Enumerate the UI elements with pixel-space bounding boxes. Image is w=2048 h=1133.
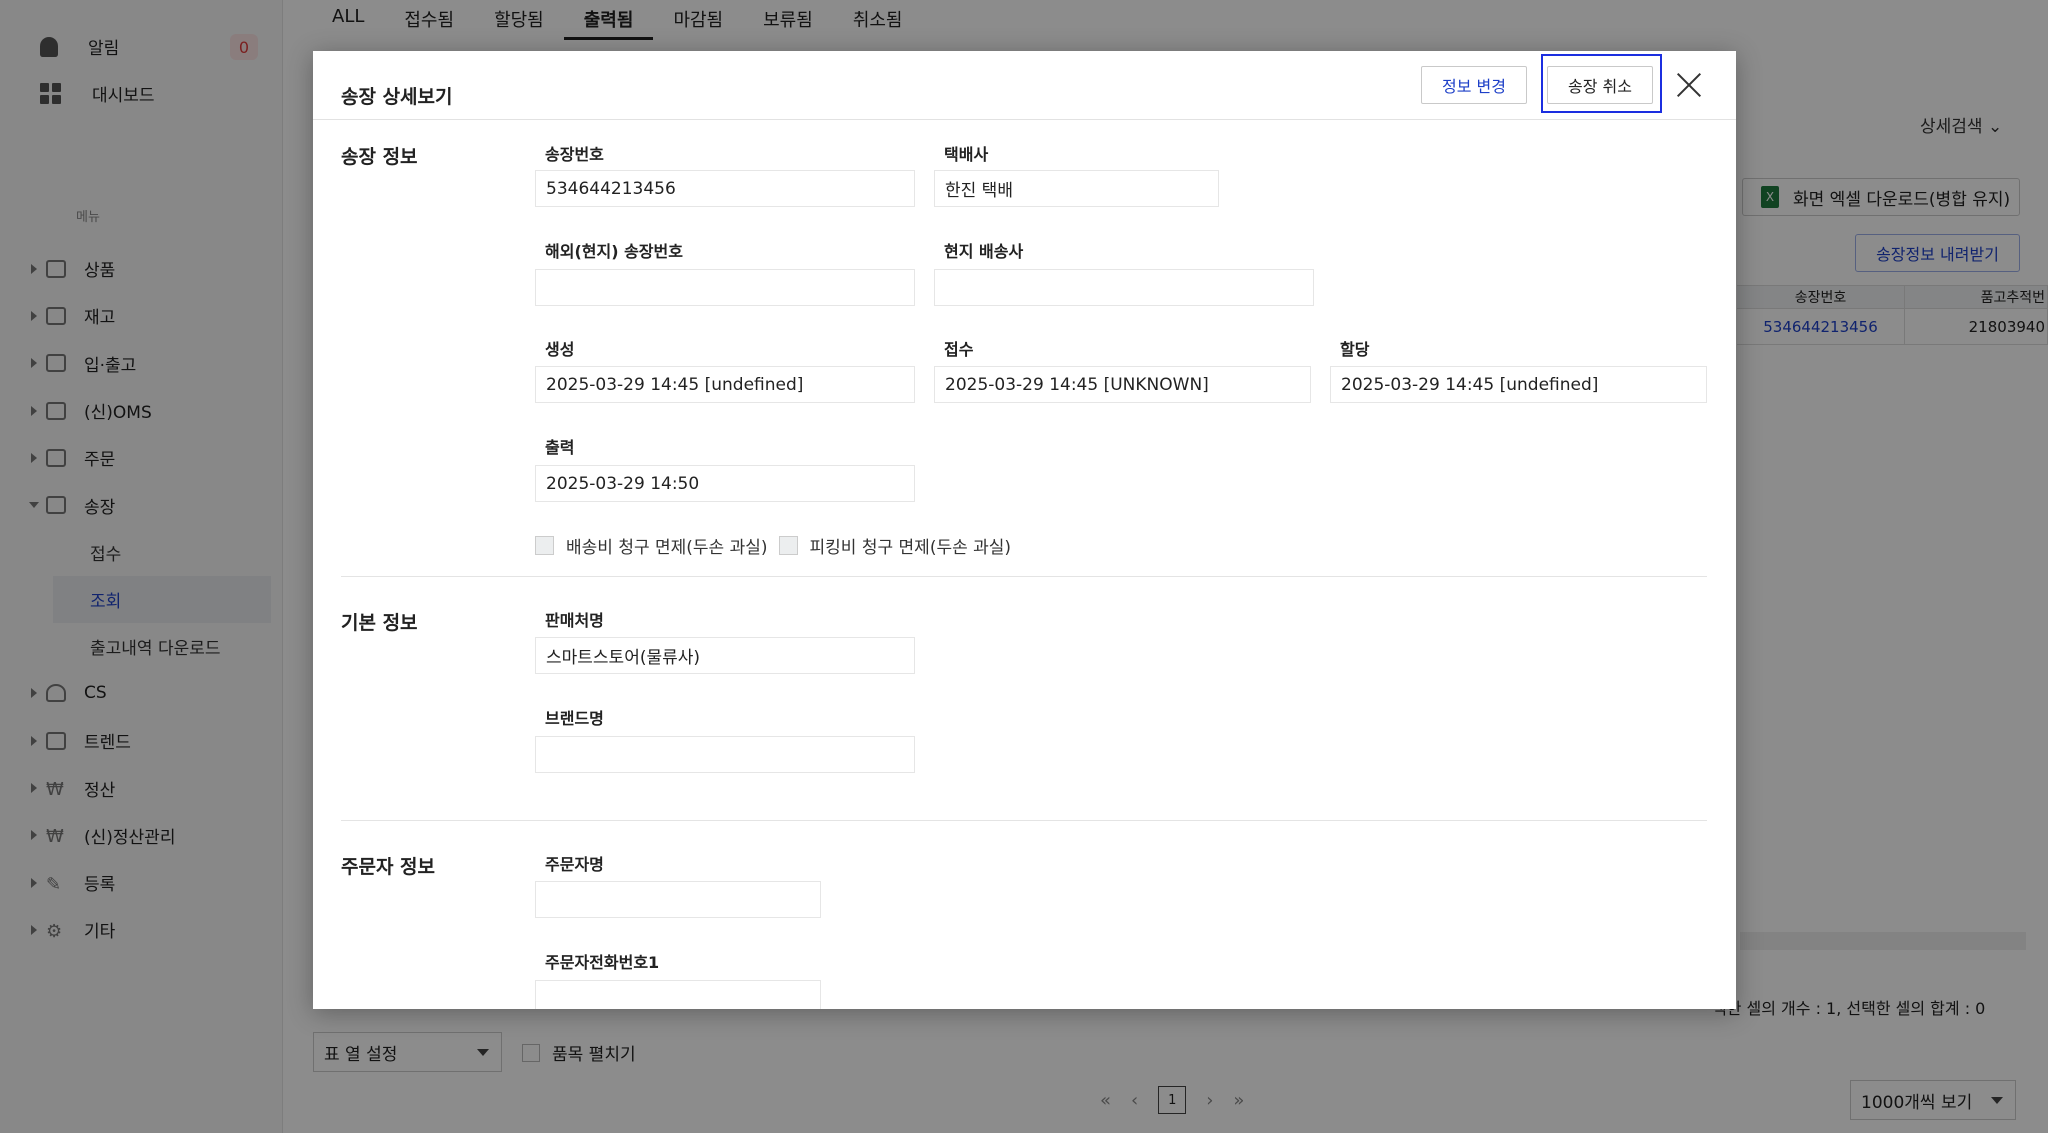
section-divider [341,576,1707,577]
printed-field[interactable]: 2025-03-29 14:50 [535,465,915,502]
orderer-name-label: 주문자명 [545,855,604,874]
orderer-phone1-label: 주문자전화번호1 [545,953,660,972]
created-field[interactable]: 2025-03-29 14:45 [undefined] [535,366,915,403]
created-label: 생성 [545,340,575,359]
assigned-field[interactable]: 2025-03-29 14:45 [undefined] [1330,366,1707,403]
edit-info-button[interactable]: 정보 변경 [1421,66,1527,104]
orderer-section-title: 주문자 정보 [341,856,436,878]
carrier-label: 택배사 [944,145,989,164]
modal-header: 송장 상세보기 정보 변경 송장 취소 [313,51,1736,120]
orderer-name-field[interactable] [535,881,821,918]
waive-shipping-label: 배송비 청구 면제(두손 과실) [566,538,768,558]
invoice-no-field[interactable]: 534644213456 [535,170,915,207]
waiver-checkboxes: 배송비 청구 면제(두손 과실) 피킹비 청구 면제(두손 과실) [535,533,1011,558]
cancel-button-highlight: 송장 취소 [1541,54,1662,113]
brand-label: 브랜드명 [545,709,604,728]
received-field[interactable]: 2025-03-29 14:45 [UNKNOWN] [934,366,1311,403]
seller-field[interactable]: 스마트스토어(물류사) [535,637,915,674]
overseas-invoice-no-field[interactable] [535,269,915,306]
waive-picking-label: 피킹비 청구 면제(두손 과실) [809,538,1012,558]
printed-label: 출력 [545,438,575,457]
seller-label: 판매처명 [545,611,604,630]
local-carrier-field[interactable] [934,269,1314,306]
orderer-phone1-field[interactable] [535,980,821,1009]
carrier-field[interactable]: 한진 택배 [934,170,1219,207]
invoice-no-label: 송장번호 [545,145,604,164]
modal-title: 송장 상세보기 [341,86,453,108]
basic-section-title: 기본 정보 [341,612,418,634]
waive-picking-checkbox[interactable] [778,536,798,555]
cancel-invoice-button[interactable]: 송장 취소 [1547,66,1653,104]
close-icon[interactable] [1675,71,1703,99]
received-label: 접수 [944,340,974,359]
local-carrier-label: 현지 배송사 [944,242,1024,261]
invoice-section-title: 송장 정보 [341,146,418,168]
waive-shipping-checkbox[interactable] [535,536,554,555]
section-divider [341,820,1707,821]
invoice-detail-modal: 송장 상세보기 정보 변경 송장 취소 송장 정보 송장번호 534644213… [313,51,1736,1009]
assigned-label: 할당 [1340,340,1370,359]
overseas-invoice-no-label: 해외(현지) 송장번호 [545,242,683,261]
brand-field[interactable] [535,736,915,773]
